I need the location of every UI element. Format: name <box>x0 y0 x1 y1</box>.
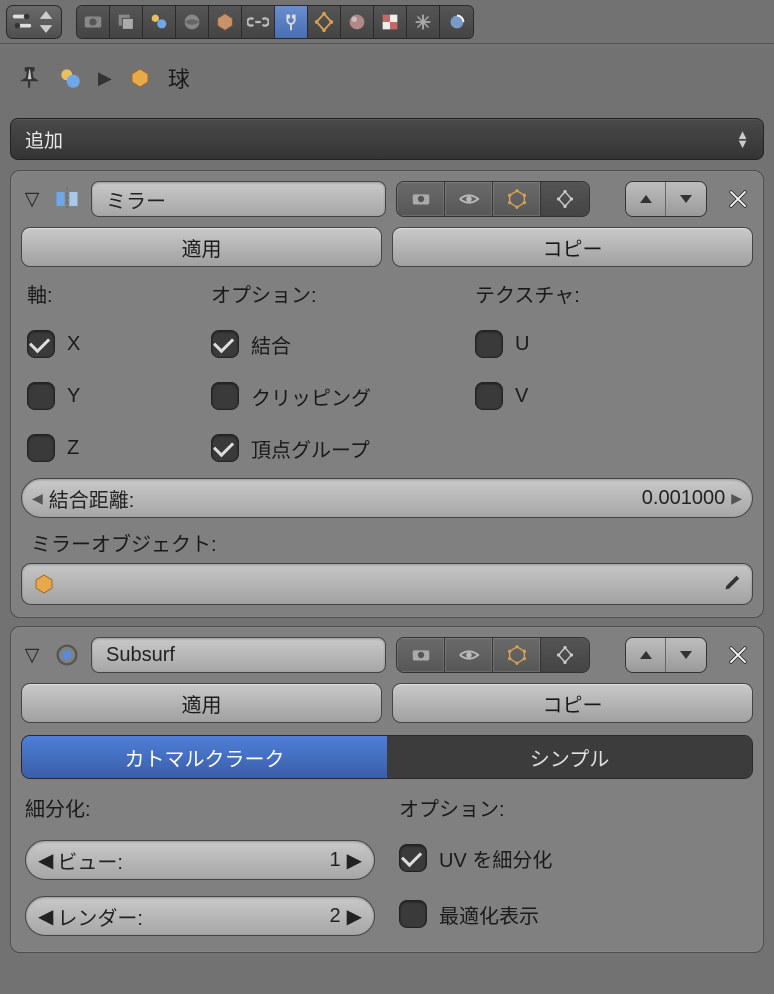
move-up-button[interactable] <box>626 182 666 216</box>
optimal-display-label: 最適化表示 <box>439 900 539 929</box>
delete-modifier-button[interactable] <box>723 184 753 214</box>
subdivide-uv-checkbox[interactable] <box>399 844 427 872</box>
subdivision-type-selector: カトマルクラーク シンプル <box>21 735 753 779</box>
chevron-left-icon: ◀ <box>38 848 53 873</box>
show-viewport-toggle[interactable] <box>445 638 493 672</box>
texture-v-checkbox[interactable] <box>475 382 503 410</box>
type-catmull-clark[interactable]: カトマルクラーク <box>22 736 387 778</box>
mesh-cube-icon[interactable] <box>56 64 84 92</box>
show-viewport-toggle[interactable] <box>445 182 493 216</box>
object-name[interactable]: 球 <box>168 62 190 94</box>
show-render-toggle[interactable] <box>397 182 445 216</box>
mirror-object-label: ミラーオブジェクト: <box>31 528 749 557</box>
tab-texture[interactable] <box>374 6 407 38</box>
sliders-icon <box>11 11 33 33</box>
optimal-display-checkbox[interactable] <box>399 900 427 928</box>
delete-modifier-button[interactable] <box>723 640 753 670</box>
render-levels-value: 2 <box>329 905 340 928</box>
add-modifier-dropdown[interactable]: 追加 ▲▼ <box>10 118 764 160</box>
clipping-checkbox[interactable] <box>211 382 239 410</box>
context-tabs <box>76 5 474 39</box>
tab-scene[interactable] <box>143 6 176 38</box>
chevron-right-icon: ▶ <box>725 490 742 507</box>
options-label: オプション: <box>399 793 749 822</box>
axis-x-label: X <box>67 333 80 356</box>
cube-icon <box>32 572 56 596</box>
tab-data[interactable] <box>308 6 341 38</box>
subsurf-modifier-icon <box>53 641 81 669</box>
mesh-icon[interactable] <box>126 64 154 92</box>
move-up-button[interactable] <box>626 638 666 672</box>
merge-distance-value: 0.001000 <box>642 487 725 510</box>
axis-z-checkbox[interactable] <box>27 434 55 462</box>
show-editmode-toggle[interactable] <box>493 182 541 216</box>
modifier-name-input[interactable] <box>91 181 386 217</box>
axis-z-label: Z <box>67 437 79 460</box>
merge-checkbox[interactable] <box>211 330 239 358</box>
merge-label: 結合 <box>251 330 291 359</box>
collapse-toggle[interactable]: ▽ <box>21 644 43 667</box>
merge-distance-field[interactable]: ◀ 結合距離: 0.001000 ▶ <box>21 478 753 518</box>
clipping-label: クリッピング <box>251 382 371 411</box>
tab-constraints[interactable] <box>242 6 275 38</box>
subdivisions-label: 細分化: <box>25 793 375 822</box>
tab-particles[interactable] <box>407 6 440 38</box>
breadcrumb: ▶ 球 <box>0 44 774 112</box>
mirror-modifier-icon <box>53 185 81 213</box>
tab-render-layers[interactable] <box>110 6 143 38</box>
subdivide-uv-label: UV を細分化 <box>439 844 552 873</box>
texture-label: テクスチャ: <box>475 279 747 308</box>
copy-button[interactable]: コピー <box>392 227 753 267</box>
tab-object[interactable] <box>209 6 242 38</box>
move-down-button[interactable] <box>666 182 706 216</box>
tab-material[interactable] <box>341 6 374 38</box>
axis-y-label: Y <box>67 385 80 408</box>
add-modifier-label: 追加 <box>25 126 63 153</box>
axis-y-checkbox[interactable] <box>27 382 55 410</box>
axis-x-checkbox[interactable] <box>27 330 55 358</box>
move-down-button[interactable] <box>666 638 706 672</box>
tab-physics[interactable] <box>440 6 473 38</box>
view-levels-value: 1 <box>329 849 340 872</box>
show-cage-toggle[interactable] <box>541 182 589 216</box>
pin-icon[interactable] <box>14 64 42 92</box>
axis-label: 軸: <box>27 279 197 308</box>
updown-icon <box>35 11 57 33</box>
chevron-left-icon: ◀ <box>32 490 43 507</box>
apply-button[interactable]: 適用 <box>21 683 382 723</box>
vgroup-checkbox[interactable] <box>211 434 239 462</box>
eyedropper-icon[interactable] <box>720 573 742 595</box>
editor-type-selector[interactable] <box>6 5 62 39</box>
view-levels-label: ビュー: <box>53 846 329 875</box>
vgroup-label: 頂点グループ <box>251 434 370 463</box>
copy-button[interactable]: コピー <box>392 683 753 723</box>
show-cage-toggle[interactable] <box>541 638 589 672</box>
breadcrumb-separator: ▶ <box>98 68 112 89</box>
merge-distance-label: 結合距離: <box>43 484 642 513</box>
modifier-name-input[interactable] <box>91 637 386 673</box>
options-label: オプション: <box>211 279 461 308</box>
updown-icon: ▲▼ <box>736 130 749 148</box>
show-render-toggle[interactable] <box>397 638 445 672</box>
chevron-right-icon: ▶ <box>341 848 362 873</box>
chevron-right-icon: ▶ <box>341 904 362 929</box>
tab-render[interactable] <box>77 6 110 38</box>
mirror-object-picker[interactable] <box>21 563 753 605</box>
apply-button[interactable]: 適用 <box>21 227 382 267</box>
render-levels-label: レンダー: <box>53 902 329 931</box>
modifier-panel-mirror: ▽ 適用 コピー 軸: オプション: テクスチャ: X 結合 U Y クリッピン… <box>10 170 764 618</box>
texture-u-label: U <box>515 333 529 356</box>
type-simple[interactable]: シンプル <box>387 736 752 778</box>
show-editmode-toggle[interactable] <box>493 638 541 672</box>
modifier-panel-subsurf: ▽ 適用 コピー カトマルクラーク シンプル 細分化: オプション: ◀ ビュー… <box>10 626 764 953</box>
texture-u-checkbox[interactable] <box>475 330 503 358</box>
view-levels-field[interactable]: ◀ ビュー: 1 ▶ <box>25 840 375 880</box>
chevron-left-icon: ◀ <box>38 904 53 929</box>
editor-header <box>0 0 774 44</box>
render-levels-field[interactable]: ◀ レンダー: 2 ▶ <box>25 896 375 936</box>
collapse-toggle[interactable]: ▽ <box>21 188 43 211</box>
tab-modifiers[interactable] <box>275 6 308 38</box>
tab-world[interactable] <box>176 6 209 38</box>
texture-v-label: V <box>515 385 528 408</box>
